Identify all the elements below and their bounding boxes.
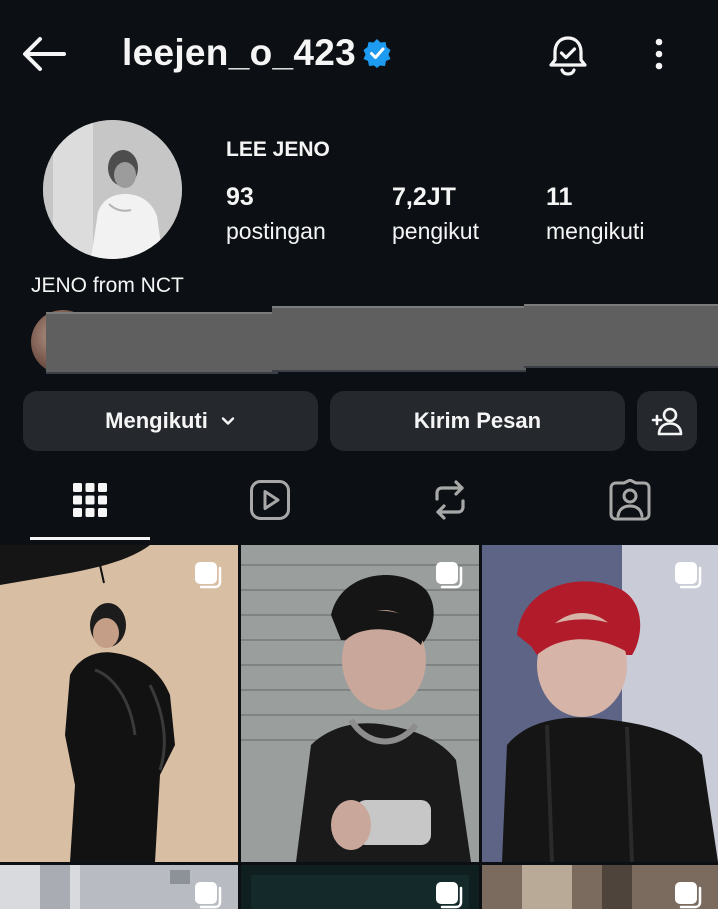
post-thumbnail[interactable]: [241, 545, 479, 862]
stat-following[interactable]: 11 mengikuti: [546, 182, 644, 246]
verified-badge-icon: [362, 38, 392, 68]
tab-tagged[interactable]: [570, 462, 690, 538]
stat-posts[interactable]: 93 postingan: [226, 182, 326, 246]
profile-header: leejen_o_423: [0, 0, 718, 110]
add-person-button[interactable]: [637, 391, 697, 451]
tab-posts-grid[interactable]: [30, 462, 150, 538]
reels-icon: [250, 480, 290, 520]
post-thumbnail[interactable]: [0, 545, 238, 862]
send-message-label: Kirim Pesan: [413, 408, 542, 433]
multiple-photos-icon: [436, 882, 463, 909]
tab-reposts[interactable]: [390, 462, 510, 538]
tagged-icon: [609, 479, 651, 521]
stat-posts-label: postingan: [226, 218, 326, 244]
redaction-bar: [524, 304, 718, 368]
stat-posts-count: 93: [226, 183, 254, 211]
multiple-photos-icon: [195, 562, 222, 589]
following-button[interactable]: Mengikuti: [23, 391, 318, 451]
multiple-photos-icon: [436, 562, 463, 589]
profile-username: leejen_o_423: [122, 32, 356, 73]
following-button-label: Mengikuti: [105, 408, 208, 433]
repost-icon: [435, 480, 465, 520]
stat-followers[interactable]: 7,2JT pengikut: [392, 182, 479, 246]
send-message-button[interactable]: Kirim Pesan: [330, 391, 625, 451]
post-thumbnail[interactable]: [0, 865, 238, 909]
notification-button[interactable]: [546, 33, 590, 77]
post-thumbnail[interactable]: [482, 865, 718, 909]
profile-avatar[interactable]: [43, 120, 182, 259]
profile-display-name: LEE JENO: [226, 138, 330, 161]
chevron-down-icon: [221, 417, 235, 425]
arrow-left-icon: [23, 37, 66, 71]
multiple-photos-icon: [675, 882, 702, 909]
posts-grid: [0, 545, 718, 909]
story-highlights: [0, 300, 718, 380]
stat-followers-label: pengikut: [392, 218, 479, 244]
active-tab-indicator: [30, 537, 150, 540]
stat-following-label: mengikuti: [546, 218, 645, 244]
grid-icon: [73, 483, 107, 517]
redaction-bar: [272, 306, 526, 372]
stat-following-count: 11: [546, 183, 573, 211]
post-thumbnail[interactable]: [482, 545, 718, 862]
post-thumbnail[interactable]: [241, 865, 479, 909]
back-button[interactable]: [20, 34, 68, 74]
bell-check-icon: [549, 36, 587, 76]
more-options-button[interactable]: [640, 34, 678, 74]
more-vertical-icon: [655, 38, 663, 70]
profile-bio: JENO from NCT: [31, 274, 184, 297]
tab-reels[interactable]: [210, 462, 330, 538]
profile-tabs: [0, 462, 718, 542]
add-person-icon: [651, 407, 683, 436]
multiple-photos-icon: [675, 562, 702, 589]
stat-followers-count: 7,2JT: [392, 183, 456, 211]
multiple-photos-icon: [195, 882, 222, 909]
redaction-bar: [46, 312, 278, 374]
